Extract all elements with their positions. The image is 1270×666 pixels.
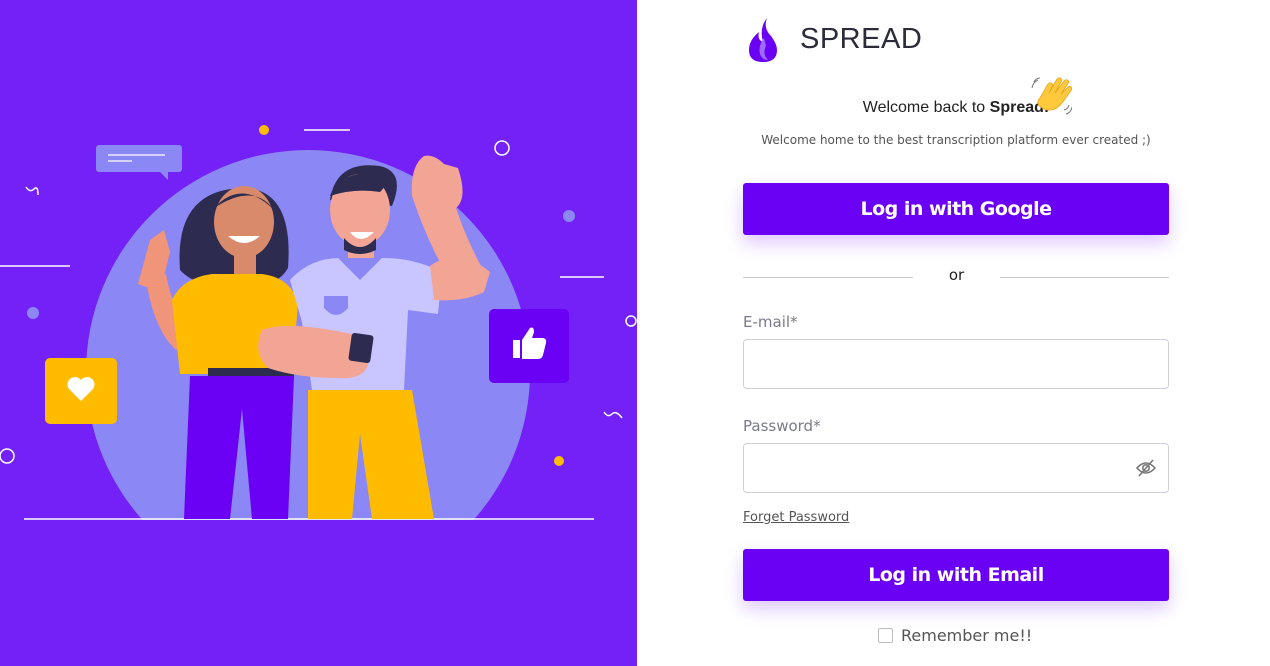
email-label: E-mail* [743, 313, 798, 331]
welcome-prefix: Welcome back to [862, 99, 990, 116]
thumbs-up-icon [489, 309, 569, 383]
chat-bubble-icon [96, 145, 182, 180]
eye-slash-icon[interactable] [1135, 457, 1157, 479]
people-illustration [0, 125, 637, 666]
google-login-button[interactable]: Log in with Google [743, 183, 1169, 235]
heart-icon [45, 358, 117, 424]
brand: SPREAD [747, 16, 922, 62]
remember-checkbox[interactable] [878, 628, 893, 643]
divider-line-right [1000, 277, 1169, 278]
illustration-panel [0, 0, 637, 666]
login-panel: SPREAD Welcome back to Spread! Welcome h… [637, 0, 1270, 666]
welcome-heading: Welcome back to Spread! [637, 99, 1270, 117]
subtitle: Welcome home to the best transcription p… [761, 133, 1151, 147]
flame-logo-icon [749, 18, 777, 62]
forget-password-link[interactable]: Forget Password [743, 510, 849, 525]
remember-me[interactable]: Remember me!! [878, 626, 1032, 645]
email-login-button[interactable]: Log in with Email [743, 549, 1169, 601]
password-field[interactable] [743, 443, 1169, 493]
email-field[interactable] [743, 339, 1169, 389]
password-label: Password* [743, 417, 821, 435]
brand-name: SPREAD [800, 22, 923, 55]
waving-hand-icon [1031, 77, 1072, 115]
remember-label: Remember me!! [901, 626, 1033, 645]
divider-or: or [948, 266, 965, 284]
divider-line-left [743, 277, 913, 278]
